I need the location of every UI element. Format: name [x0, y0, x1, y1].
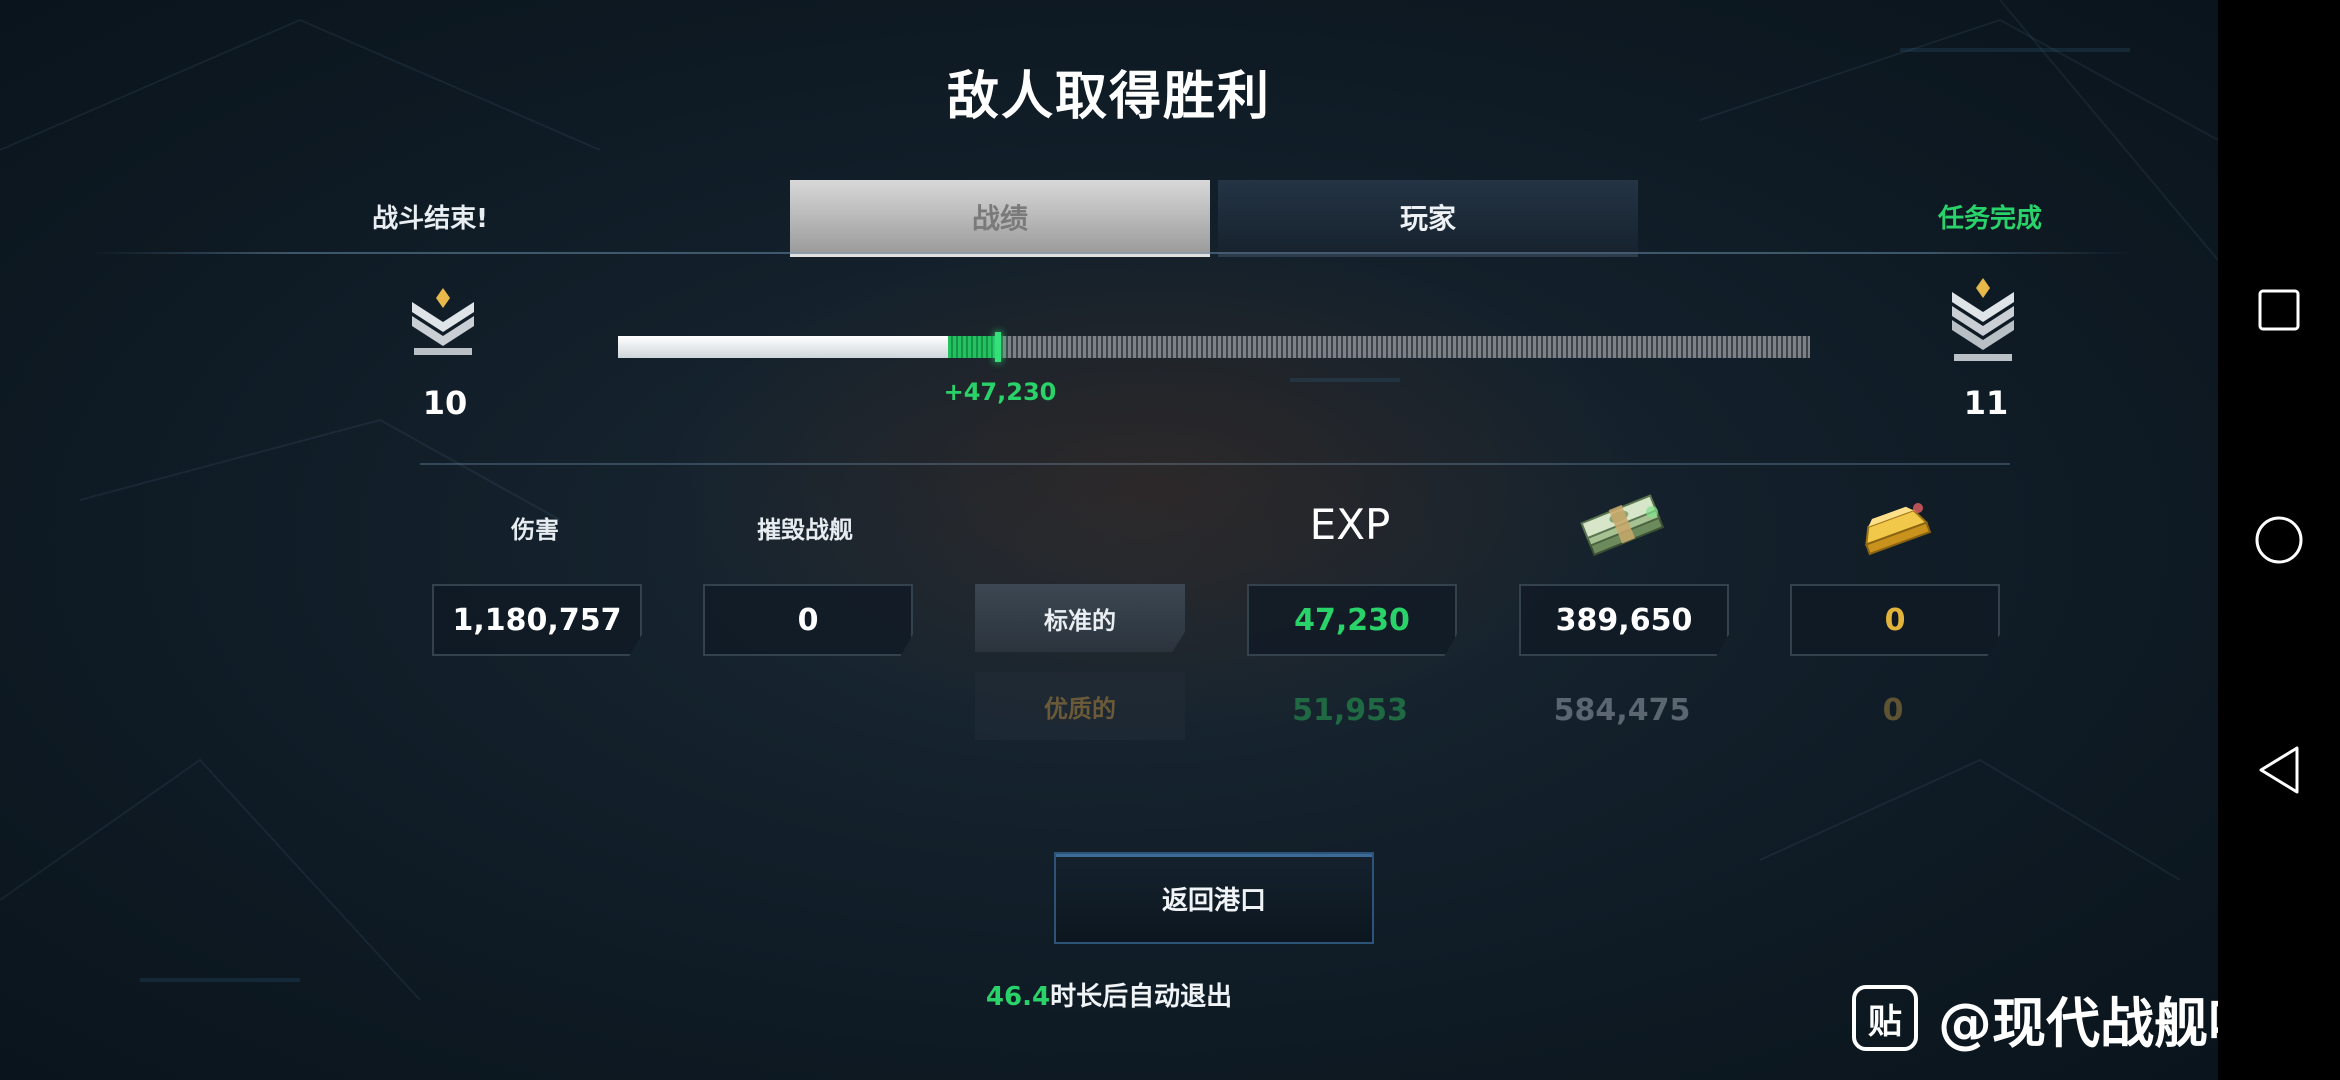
- standard-gold-box: 0: [1790, 584, 2000, 656]
- cash-stack-icon: [1580, 494, 1665, 557]
- tieba-logo-icon: 贴: [1852, 985, 1918, 1051]
- xp-bar-base-fill: [618, 336, 948, 358]
- current-rank-number: 10: [422, 384, 468, 422]
- rank-insignia-icon-next: [1952, 278, 2014, 361]
- premium-exp-value: 51,953: [1292, 692, 1408, 728]
- auto-exit-text: 时长后自动退出: [1050, 982, 1233, 1012]
- premium-cash-value: 584,475: [1553, 692, 1691, 728]
- kills-value-box: 0: [703, 584, 913, 656]
- battle-over-label: 战斗结束!: [372, 204, 488, 234]
- watermark-text: @现代战舰吧: [1938, 991, 2262, 1055]
- mission-complete-label: 任务完成: [1937, 204, 2042, 234]
- return-to-port-button[interactable]: 返回港口: [1054, 852, 1374, 944]
- header-divider: [90, 252, 2130, 254]
- tieba-watermark: 贴 @现代战舰吧: [1852, 982, 2262, 1055]
- standard-exp-box: 47,230: [1247, 584, 1457, 656]
- recent-apps-button[interactable]: [2218, 260, 2340, 360]
- damage-value-box: 1,180,757: [432, 584, 642, 656]
- xp-bar-gain-fill: [948, 336, 998, 358]
- home-icon: [2255, 516, 2303, 564]
- xp-bar-marker: [995, 332, 1001, 362]
- recent-apps-icon: [2258, 289, 2300, 331]
- premium-reward-label: 优质的: [975, 672, 1185, 740]
- result-title: 敌人取得胜利: [946, 67, 1271, 127]
- stats-divider: [420, 463, 2010, 465]
- next-rank-number: 11: [1963, 384, 2009, 422]
- premium-gold-value: 0: [1882, 692, 1904, 728]
- back-button[interactable]: [2218, 720, 2340, 820]
- auto-exit-countdown: 46.4: [985, 982, 1051, 1012]
- gold-bar-icon: [1865, 503, 1932, 556]
- xp-gain-label: +47,230: [943, 378, 1057, 406]
- experience-progress-bar: [618, 332, 1810, 362]
- battle-result-screen: 敌人取得胜利 战斗结束! 任务完成 战绩 玩家 10 +47,230 11 伤害…: [0, 0, 2218, 1080]
- tab-record[interactable]: 战绩: [790, 180, 1210, 257]
- standard-reward-label: 标准的: [975, 584, 1185, 652]
- back-icon: [2259, 746, 2299, 794]
- system-navigation-bar: [2218, 0, 2340, 1080]
- kills-header: 摧毁战舰: [757, 516, 853, 544]
- standard-cash-box: 389,650: [1519, 584, 1729, 656]
- tab-players[interactable]: 玩家: [1218, 180, 1638, 257]
- exp-header: EXP: [1309, 500, 1391, 549]
- damage-header: 伤害: [511, 516, 559, 544]
- home-button[interactable]: [2218, 490, 2340, 590]
- rank-insignia-icon-current: [412, 288, 474, 355]
